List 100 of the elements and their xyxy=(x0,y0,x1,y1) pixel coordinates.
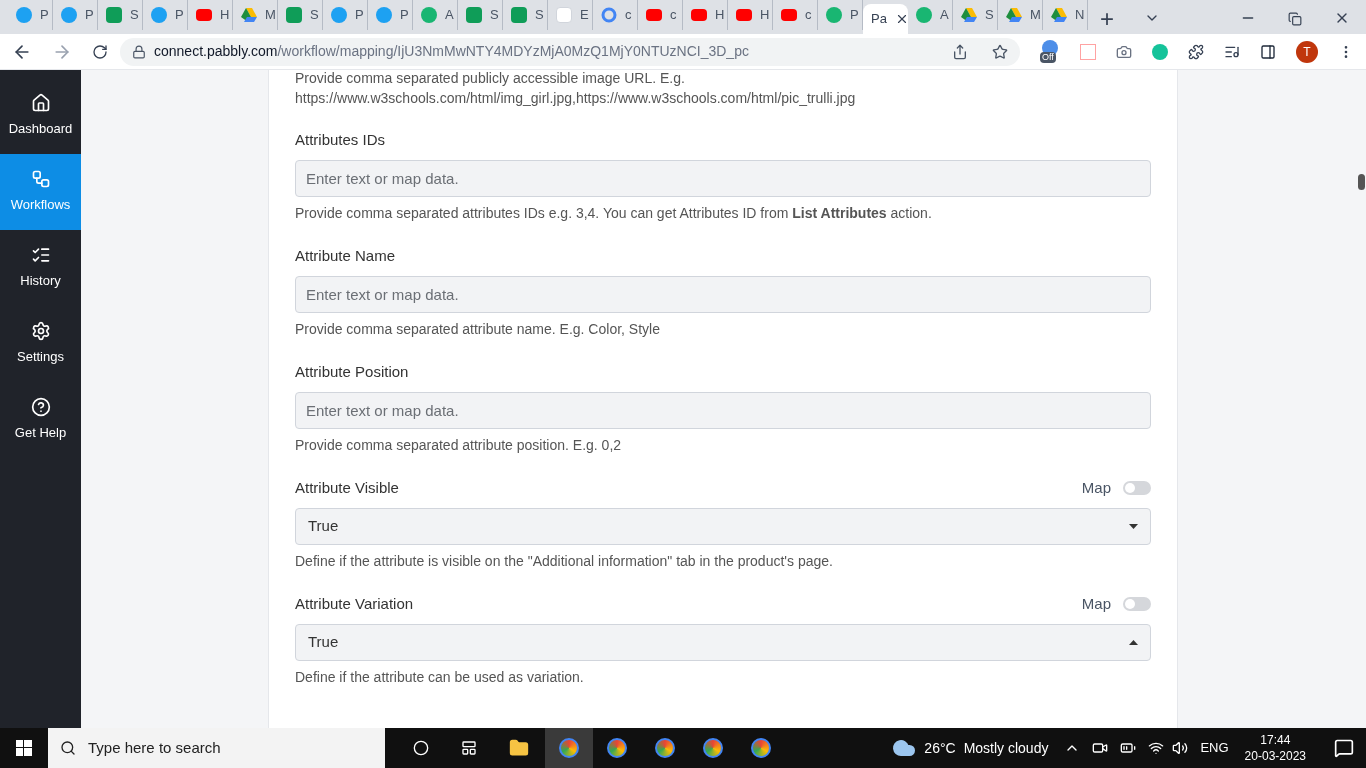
input-field[interactable]: Enter text or map data. xyxy=(295,276,1151,313)
clock-time: 17:44 xyxy=(1260,732,1291,748)
triangle-logo-icon xyxy=(241,8,257,22)
notifications-icon[interactable] xyxy=(1334,738,1354,758)
profile-avatar[interactable]: T xyxy=(1296,40,1318,63)
workflow-icon xyxy=(30,169,51,190)
help-icon xyxy=(30,397,51,418)
taskbar-search-field[interactable]: Type here to search xyxy=(48,728,385,768)
field-label: Attribute Variation xyxy=(295,593,414,614)
browser-tab[interactable]: c xyxy=(773,0,818,30)
sheet-icon xyxy=(466,7,482,23)
triangle-logo-icon xyxy=(1051,8,1067,22)
field-label: Attribute Position xyxy=(295,361,409,382)
bookmark-star-icon[interactable] xyxy=(992,43,1008,60)
side-panel-icon[interactable] xyxy=(1260,43,1276,60)
browser-tab[interactable]: E xyxy=(548,0,593,30)
sheet-icon xyxy=(286,7,302,23)
sheet-icon xyxy=(106,7,122,23)
letter-logo-icon xyxy=(16,7,32,23)
circle-logo-icon xyxy=(826,7,842,23)
browser-tab[interactable]: P xyxy=(818,0,863,30)
field-label: Attributes IDs xyxy=(295,129,386,150)
battery-icon[interactable] xyxy=(1120,740,1137,756)
field-label: Attribute Visible xyxy=(295,477,399,498)
letter-logo-icon xyxy=(331,7,347,23)
browser-tab[interactable]: S xyxy=(503,0,548,30)
map-toggle[interactable] xyxy=(1123,481,1151,495)
video-play-icon xyxy=(781,9,797,21)
video-play-icon xyxy=(646,9,662,21)
help-text: Define if the attribute is visible on the "Additional information" tab in the product's page. xyxy=(295,552,834,571)
browser-tab[interactable]: P xyxy=(53,0,98,30)
reload-icon[interactable] xyxy=(92,43,108,60)
select-field[interactable]: True xyxy=(295,508,1151,545)
browser-tab[interactable]: H xyxy=(683,0,728,30)
browser-tab[interactable]: H xyxy=(728,0,773,30)
task-view-icon[interactable] xyxy=(461,740,477,756)
map-label: Map xyxy=(1081,593,1111,614)
weather-text: Mostly cloudy xyxy=(963,738,1049,758)
browser-icon[interactable] xyxy=(545,728,593,768)
help-text: Define if the attribute can be used as variation. xyxy=(295,668,585,687)
folder-icon[interactable] xyxy=(509,738,529,758)
browser-tab[interactable]: c xyxy=(593,0,638,30)
browser-tab[interactable]: N xyxy=(1043,0,1088,30)
browser-tab[interactable]: M xyxy=(998,0,1043,30)
browser-tab[interactable]: S xyxy=(278,0,323,30)
volume-icon[interactable] xyxy=(1172,740,1189,756)
browser-tab[interactable]: Pa xyxy=(863,4,908,34)
browser-tab[interactable]: A xyxy=(908,0,953,30)
browser-tab[interactable]: S xyxy=(458,0,503,30)
letter-logo-icon xyxy=(151,7,167,23)
browser-tab[interactable]: S xyxy=(953,0,998,30)
address-bar[interactable]: connect.pabbly.com/workflow/mapping/IjU3NmMwNTY4MDYzMjA0MzQ1MjY0NTUzNCI_3D_pc xyxy=(120,37,1020,66)
cortana-icon[interactable] xyxy=(413,740,429,756)
lock-icon xyxy=(132,44,146,59)
sidebar-item[interactable]: Settings xyxy=(0,306,81,382)
browser-tab[interactable]: P xyxy=(8,0,53,30)
input-field[interactable]: Enter text or map data. xyxy=(295,392,1151,429)
triangle-logo-icon xyxy=(1006,8,1022,22)
video-play-icon xyxy=(691,9,707,21)
url-text: connect.pabbly.com/workflow/mapping/IjU3NmMwNTY4MDYzMjA0MzQ1MjY0NTUzNCI_3D_pc xyxy=(154,42,749,61)
video-play-icon xyxy=(736,9,752,21)
new-tab-button[interactable]: + xyxy=(1088,4,1126,34)
restore-icon[interactable] xyxy=(1288,12,1302,26)
browser-tab[interactable]: H xyxy=(188,0,233,30)
share-icon[interactable] xyxy=(952,43,968,60)
circle-logo-icon xyxy=(421,7,437,23)
browser-tab[interactable]: S xyxy=(98,0,143,30)
temperature-text: 26°C xyxy=(924,738,956,758)
help-text: https://www.w3schools.com/html/img_girl.jpg,https://www.w3schools.com/html/pic_trulli.jpg xyxy=(295,89,857,108)
help-text: Provide comma separated attributes IDs e.g. 3,4. You can get Attributes ID from List Attributes action. xyxy=(295,204,933,223)
field-label: Attribute Name xyxy=(295,245,396,266)
sidebar-item[interactable]: Dashboard xyxy=(0,78,81,154)
sidebar-item[interactable]: History xyxy=(0,230,81,306)
map-toggle[interactable] xyxy=(1123,597,1151,611)
home-icon xyxy=(30,93,51,114)
browser-tab[interactable]: P xyxy=(323,0,368,30)
browser-tab[interactable]: c xyxy=(638,0,683,30)
sidebar-item[interactable]: Get Help xyxy=(0,382,81,458)
video-play-icon xyxy=(196,9,212,21)
extensions-icon[interactable] xyxy=(1188,43,1204,60)
select-field[interactable]: True xyxy=(295,624,1151,661)
help-text: Provide comma separated attribute position. E.g. 0,2 xyxy=(295,436,623,455)
sheet-icon xyxy=(511,7,527,23)
browser-tab[interactable]: P xyxy=(143,0,188,30)
language-indicator[interactable]: ENG xyxy=(1200,738,1229,758)
input-field[interactable]: Enter text or map data. xyxy=(295,160,1151,197)
wifi-icon[interactable] xyxy=(1148,740,1165,756)
browser-tab[interactable]: P xyxy=(368,0,413,30)
sidebar-item[interactable]: Workflows xyxy=(0,154,81,230)
triangle-logo-icon xyxy=(961,8,977,22)
camera-icon[interactable] xyxy=(1092,740,1109,756)
clock-date: 20-03-2023 xyxy=(1244,748,1306,764)
g-logo-icon xyxy=(601,7,617,23)
help-text: Provide comma separated publicly accessible image URL. E.g. xyxy=(295,70,686,88)
browser-tab[interactable]: M xyxy=(233,0,278,30)
help-text: Provide comma separated attribute name. E.g. Color, Style xyxy=(295,320,661,339)
letter-logo-icon xyxy=(61,7,77,23)
browser-tab[interactable]: A xyxy=(413,0,458,30)
circle-logo-icon xyxy=(916,7,932,23)
letter-logo-icon xyxy=(376,7,392,23)
